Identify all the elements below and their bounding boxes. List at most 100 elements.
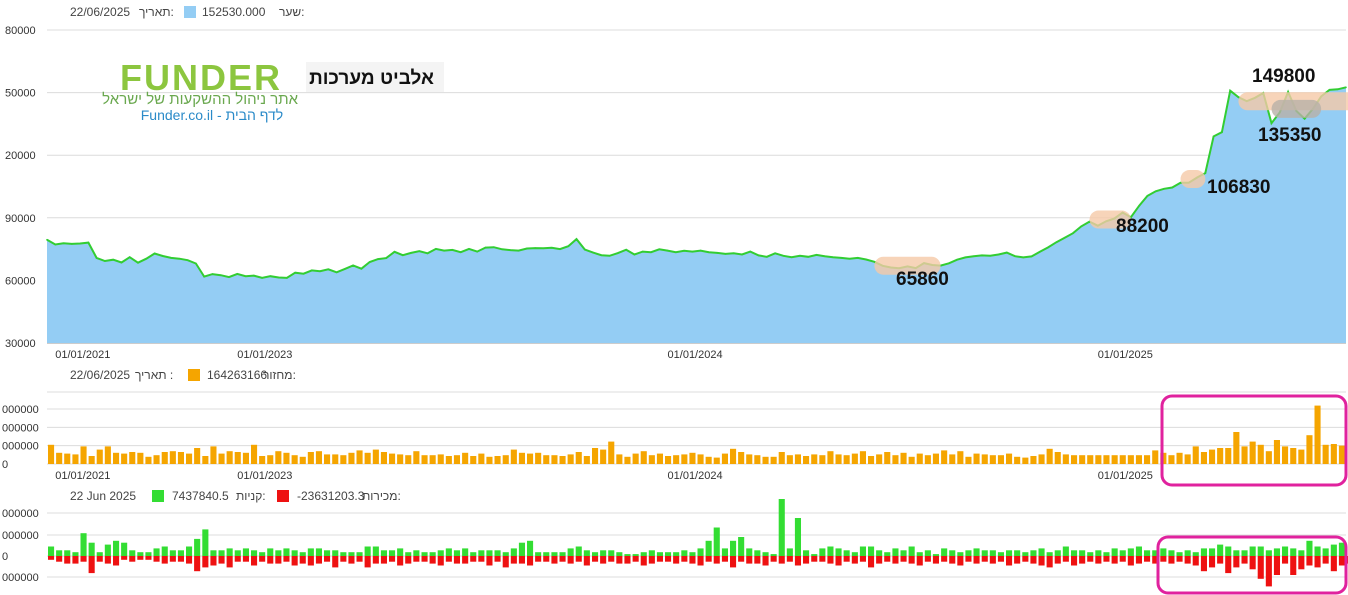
volume-bar [1111,455,1118,464]
sell-bar [267,556,274,564]
buy-bar [372,546,379,556]
funder-logo[interactable]: FUNDER אתר ניהול ההשקעות של ישראל Funder… [102,57,298,123]
volume-bar [876,454,883,464]
sell-bar [1111,556,1118,564]
volume-bar [332,454,339,464]
buy-bar [437,550,444,556]
volume-bar [1265,451,1272,464]
volume-bar [916,453,923,464]
sell-bar [340,556,347,562]
price-point [476,250,479,253]
price-point [484,246,487,249]
price-point [112,258,114,261]
volume-bar [226,451,233,464]
volume-bar [145,456,152,464]
price-point [418,250,421,252]
volume-legend-swatch [188,369,200,381]
flow-legend: 22 Jun 2025 7437840.5 קניות: -23631203.3… [70,489,401,503]
volume-bar [746,454,753,464]
price-point [981,254,983,257]
sell-bar [202,556,209,568]
volume-bar [559,456,566,464]
buy-bar [592,552,599,556]
peak-label-88200: 88200 [1116,216,1169,237]
price-point [641,250,644,253]
buy-bar [80,533,87,556]
buy-bar [908,546,915,556]
volume-bar [924,455,931,464]
price-point [335,271,338,274]
sell-bar [1225,556,1232,574]
buy-bar [1241,550,1248,556]
sell-bar [121,556,128,560]
buy-bar [697,548,704,556]
price-point [675,251,677,253]
trough-label-65860: 65860 [896,269,949,290]
volume-bar [965,456,972,464]
price-x-tick-label: 01/01/2024 [668,349,723,361]
sell-bar [96,556,103,562]
buy-bar [835,548,842,556]
buy-bar [1006,550,1013,556]
volume-bar [608,441,615,464]
price-point [542,247,545,250]
sell-bar [218,556,225,564]
volume-bar [356,450,363,464]
volume-bar [104,446,111,464]
buy-bar [486,550,493,556]
buy-bar [681,550,688,556]
buy-bar [1038,548,1045,556]
sell-bar [1217,556,1224,564]
sell-bar [648,556,655,564]
volume-bar [957,451,964,464]
price-x-axis: 01/01/2021 01/01/2023 01/01/2024 01/01/2025 [55,349,1153,361]
sell-bar [1184,556,1191,564]
flow-bars [48,499,1348,587]
volume-bar [656,453,663,464]
buy-bar [551,552,558,556]
sell-bar [1314,556,1321,568]
price-point [137,261,139,264]
volume-bar [527,453,534,464]
sell-bar [251,556,258,566]
buy-bar [104,544,111,556]
buy-bar [957,552,964,556]
volume-bar [486,456,493,464]
buy-bar [1119,550,1126,556]
sell-bar [1030,556,1037,564]
buy-bar [730,540,737,556]
buy-bar [1249,546,1256,556]
volume-bar [453,455,460,464]
buy-bar [1079,550,1086,556]
price-point [1212,135,1215,138]
sell-bar [827,556,834,564]
buy-bar [145,552,152,556]
volume-bar [868,456,875,464]
price-point [186,259,189,262]
sell-bar [689,556,696,564]
buy-bar [1225,546,1232,556]
buy-bar [770,554,777,556]
buy-bar [307,548,314,556]
sell-bar [169,556,176,562]
volume-bar [583,456,590,464]
buy-bar [1062,546,1069,556]
buy-bar [494,550,501,556]
volume-bar [859,451,866,464]
buy-bar [819,548,826,556]
volume-bar [389,453,396,464]
volume-legend: 22/06/2025 תאריך : 164263166 מחזור: [70,368,296,382]
sell-bar [161,556,168,564]
sell-bar [478,556,485,562]
price-point [79,242,81,245]
sell-bar [372,556,379,564]
price-point [1171,186,1173,189]
sell-bar [941,556,948,562]
price-area-series [46,86,1347,343]
funder-homepage-link[interactable]: Funder.co.il - לדף הבית [141,107,283,123]
price-point [153,252,156,255]
price-point [1179,181,1182,184]
buy-bar [161,546,168,556]
volume-bar [819,455,826,464]
price-point [823,255,826,257]
